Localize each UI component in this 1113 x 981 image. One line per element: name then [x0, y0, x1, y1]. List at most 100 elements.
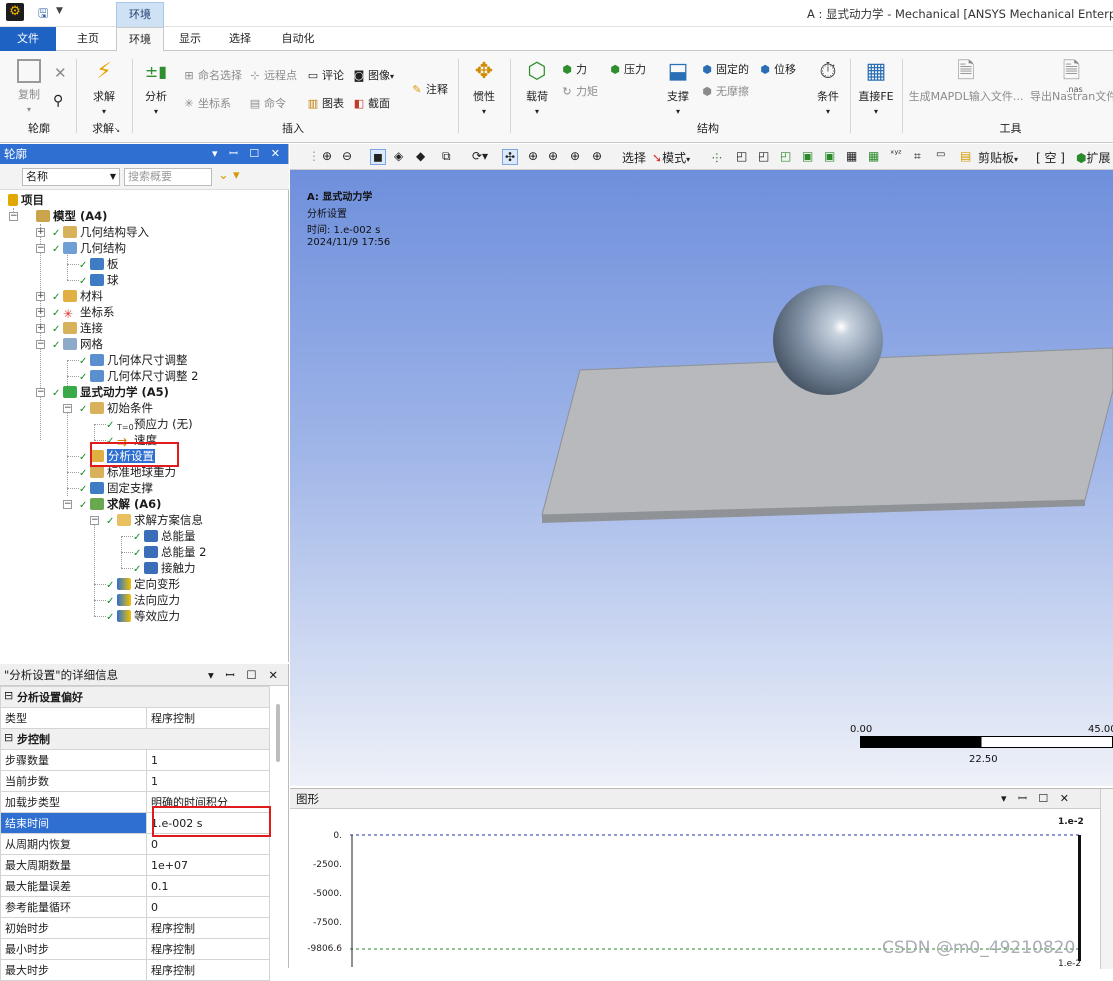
collapse-icon[interactable]: −: [36, 244, 45, 253]
rotate-icon[interactable]: ⟳▾: [472, 149, 488, 163]
loads-button[interactable]: ⬡ 载荷 ▾: [520, 59, 554, 117]
tree-node-initial-conditions[interactable]: ✓ 初始条件: [79, 400, 153, 416]
command-button[interactable]: ▤ 命令: [248, 95, 286, 111]
remote-point-button[interactable]: ⊹ 远程点: [248, 67, 297, 83]
tree-node-solution[interactable]: ✓ 求解 (A6): [79, 496, 161, 512]
zoom-fit-icon[interactable]: ⊕: [570, 149, 580, 163]
tree-node-geometry[interactable]: ✓ 几何结构: [52, 240, 126, 256]
chevron-down-icon[interactable]: ▼: [56, 6, 63, 16]
details-value[interactable]: 程序控制: [146, 707, 270, 729]
collapse-icon[interactable]: −: [36, 388, 45, 397]
supports-button[interactable]: ⬓ 支撑 ▾: [662, 59, 694, 117]
details-row[interactable]: 最大时步 程序控制: [0, 959, 270, 981]
find-icon[interactable]: ⚲: [53, 93, 63, 109]
chart-button[interactable]: ▥ 图表: [306, 95, 344, 111]
panel-controls[interactable]: ▾ ꟷ ☐ ✕: [1001, 789, 1073, 809]
tree-node-contact-force[interactable]: ✓ 接触力: [133, 560, 196, 576]
displacement-button[interactable]: ⬢ 位移: [758, 61, 796, 77]
expand-icon[interactable]: +: [36, 292, 45, 301]
conditions-button[interactable]: ⏱ 条件 ▾: [812, 59, 844, 117]
generate-mapdl-button[interactable]: 🗎 生成MAPDL输入文件...: [908, 59, 1024, 104]
collapse-section-icon[interactable]: ⊟: [4, 731, 13, 744]
name-filter-select[interactable]: 名称 ▼: [22, 168, 120, 186]
select-body-icon[interactable]: ◰: [780, 149, 791, 163]
tab-file[interactable]: 文件: [0, 27, 56, 51]
select-vertex-icon[interactable]: ⸭: [712, 149, 722, 166]
details-row[interactable]: 步骤数量 1: [0, 749, 270, 771]
tab-display[interactable]: 显示: [168, 27, 212, 51]
coordinate-system-button[interactable]: ✳ 坐标系: [182, 95, 231, 111]
image-button[interactable]: ◙ 图像▾: [352, 67, 394, 83]
collapse-icon[interactable]: −: [36, 340, 45, 349]
details-value[interactable]: 程序控制: [146, 917, 270, 939]
tree-node-plate[interactable]: ✓ 板: [79, 256, 119, 272]
details-row[interactable]: 最小时步 程序控制: [0, 938, 270, 960]
tab-environment[interactable]: 环境: [116, 27, 164, 52]
details-value[interactable]: 1e+07: [146, 854, 270, 876]
tree-node-fixed-support[interactable]: ✓ 固定支撑: [79, 480, 153, 496]
details-row[interactable]: 最大周期数量 1e+07: [0, 854, 270, 876]
details-value[interactable]: 1: [146, 770, 270, 792]
collapse-icon[interactable]: −: [9, 212, 18, 221]
extend-button[interactable]: ⬢扩展: [1076, 149, 1111, 166]
details-row[interactable]: 参考能量循环 0: [0, 896, 270, 918]
tree-node-materials[interactable]: ✓ 材料: [52, 288, 103, 304]
tree-node-coordinate-systems[interactable]: ✓ ✳ 坐标系: [52, 304, 115, 320]
tree-node-geometry-import[interactable]: ✓ 几何结构导入: [52, 224, 149, 240]
tree-node-mesh[interactable]: ✓ 网格: [52, 336, 103, 352]
tab-selection[interactable]: 选择: [218, 27, 262, 51]
select-label[interactable]: 选择: [622, 149, 646, 166]
named-selection-button[interactable]: ⊞ 命名选择: [182, 67, 242, 83]
export-nastran-button[interactable]: 🗎 .nas 导出Nastran文件: [1030, 59, 1113, 104]
comment-button[interactable]: ▭ 评论: [306, 67, 344, 83]
save-icon[interactable]: 🖫: [38, 4, 48, 25]
details-value[interactable]: 0.1: [146, 875, 270, 897]
label-icon[interactable]: ▭: [936, 149, 945, 160]
moment-button[interactable]: ↻ 力矩: [560, 83, 598, 99]
tab-home[interactable]: 主页: [66, 27, 110, 51]
shaded-view-icon[interactable]: ◼: [370, 149, 386, 165]
pan-icon[interactable]: ✣: [502, 149, 519, 165]
collapse-section-icon[interactable]: ⊟: [4, 689, 13, 702]
coords-readout-icon[interactable]: ˣʸᶻ: [890, 149, 902, 160]
solve-button[interactable]: ⚡ 求解 ▾: [88, 59, 120, 117]
zoom-box-icon[interactable]: ⊕: [548, 149, 558, 163]
tree-node-body-sizing[interactable]: ✓ 几何体尺寸调整: [79, 352, 188, 368]
search-options-icon[interactable]: ⌄ ▾: [218, 168, 240, 183]
details-row[interactable]: 初始时步 程序控制: [0, 917, 270, 939]
inertia-button[interactable]: ✥ 惯性 ▾: [468, 59, 500, 117]
select-face-icon[interactable]: ◰: [758, 149, 769, 163]
collapse-icon[interactable]: −: [90, 516, 99, 525]
tree-node-prestress[interactable]: ✓ T=0预应力 (无): [106, 416, 193, 432]
fixed-support-button[interactable]: ⬢ 固定的: [700, 61, 749, 77]
pressure-button[interactable]: ⬢ 压力: [608, 61, 646, 77]
tree-node-ball[interactable]: ✓ 球: [79, 272, 119, 288]
frictionless-button[interactable]: ⬢ 无摩擦: [700, 83, 749, 99]
tag-icon[interactable]: ⌗: [914, 149, 921, 164]
panel-controls[interactable]: ▾ ꟷ ☐ ✕: [208, 664, 282, 686]
force-button[interactable]: ⬢ 力: [560, 61, 587, 77]
direct-fe-button[interactable]: ▦ 直接FE ▾: [856, 59, 896, 117]
tree-node-equivalent-stress[interactable]: ✓ 等效应力: [106, 608, 180, 624]
details-value[interactable]: 程序控制: [146, 959, 270, 981]
analysis-button[interactable]: ±▮ 分析 ▾: [140, 59, 172, 117]
clipboard-icon[interactable]: ▤: [960, 149, 971, 163]
copy-button[interactable]: 复制 ▾: [10, 59, 48, 115]
details-row[interactable]: 最大能量误差 0.1: [0, 875, 270, 897]
zoom-in-icon[interactable]: ⊕: [528, 149, 538, 163]
select-element-face-icon[interactable]: ▣: [824, 149, 835, 163]
collapse-icon[interactable]: −: [63, 404, 72, 413]
annotation-button[interactable]: ✎ 注释: [410, 81, 448, 97]
clipboard-button[interactable]: 剪贴板▾: [978, 149, 1018, 166]
section-button[interactable]: ◧ 截面: [352, 95, 390, 111]
details-scrollbar[interactable]: [276, 704, 280, 762]
details-row[interactable]: 类型 程序控制: [0, 707, 270, 729]
tree-node-explicit-dynamics[interactable]: ✓ 显式动力学 (A5): [52, 384, 169, 400]
tree-node-solution-information[interactable]: ✓ 求解方案信息: [106, 512, 203, 528]
collapse-icon[interactable]: −: [63, 500, 72, 509]
edges-icon[interactable]: ◆: [416, 149, 425, 163]
expand-icon[interactable]: +: [36, 308, 45, 317]
tree-node-connections[interactable]: ✓ 连接: [52, 320, 103, 336]
select-edge-icon[interactable]: ◰: [736, 149, 747, 163]
zoom-icon[interactable]: ⊕: [322, 149, 332, 163]
